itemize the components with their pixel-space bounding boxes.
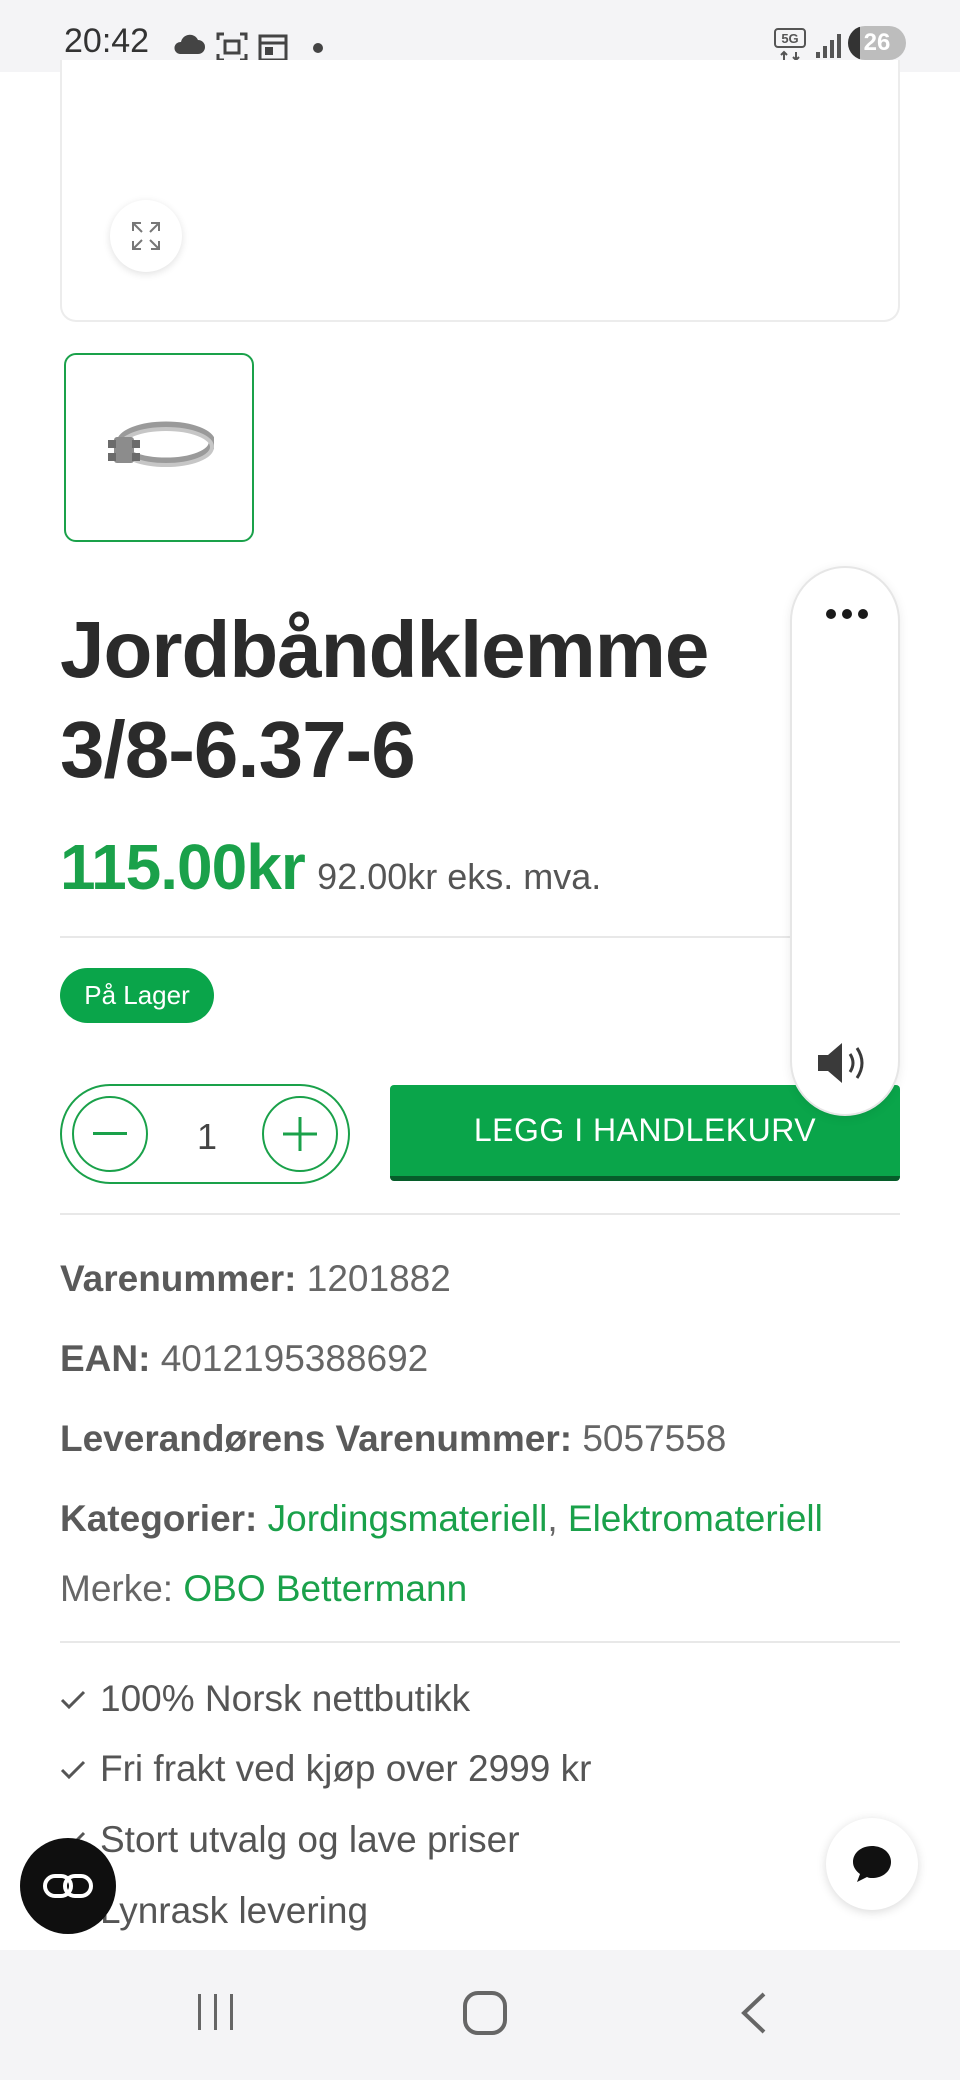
stock-badge: På Lager (60, 968, 214, 1023)
increase-quantity-button[interactable] (262, 1096, 338, 1172)
status-time: 20:42 (64, 22, 150, 60)
supplier-number-label: Leverandørens Varenummer: (60, 1418, 573, 1459)
plus-icon (283, 1117, 317, 1151)
price-ex-vat: 92.00kr eks. mva. (317, 856, 602, 897)
link-icon (43, 1874, 93, 1898)
category-link-elektromateriell[interactable]: Elektromateriell (568, 1498, 823, 1539)
usp-text: Lynrask levering (100, 1890, 369, 1931)
home-icon[interactable] (462, 1990, 508, 2036)
chat-button[interactable] (826, 1818, 918, 1910)
back-icon[interactable] (736, 1990, 772, 2036)
brand-link[interactable]: OBO Bettermann (183, 1568, 467, 1609)
categories-label: Kategorier: (60, 1498, 258, 1539)
brand-row: Merke: OBO Bettermann (60, 1568, 467, 1610)
categories-row: Kategorier: Jordingsmateriell, Elektroma… (60, 1498, 823, 1540)
battery-indicator: 26 (848, 26, 906, 60)
divider (60, 936, 800, 938)
speaker-icon[interactable] (814, 1038, 874, 1088)
clamp-image (108, 421, 214, 467)
screenshot-icon (216, 32, 248, 62)
floating-tools-panel (790, 566, 900, 1116)
expand-icon (132, 222, 160, 250)
divider (60, 1641, 900, 1643)
price: 115.00kr (60, 831, 306, 903)
calendar-icon (258, 34, 288, 62)
price-row: 115.00kr 92.00kr eks. mva. (60, 830, 601, 904)
supplier-number-value: 5057558 (582, 1418, 727, 1459)
usp-item: Fri frakt ved kjøp over 2999 kr (60, 1748, 591, 1790)
brand-label: Merke: (60, 1568, 174, 1609)
check-icon (60, 1690, 86, 1710)
quantity-stepper: 1 (60, 1084, 350, 1184)
svg-text:5G: 5G (781, 31, 798, 46)
5g-icon: 5G (774, 28, 806, 62)
minus-icon (93, 1132, 127, 1135)
supplier-number-row: Leverandørens Varenummer: 5057558 (60, 1418, 726, 1460)
varenummer-value: 1201882 (306, 1258, 451, 1299)
category-separator: , (547, 1498, 558, 1539)
chat-icon (853, 1846, 891, 1882)
usp-text: 100% Norsk nettbutikk (100, 1678, 471, 1719)
more-icon[interactable] (825, 608, 869, 620)
divider (60, 1213, 900, 1215)
usp-item: 100% Norsk nettbutikk (60, 1678, 470, 1720)
usp-text: Fri frakt ved kjøp over 2999 kr (100, 1748, 592, 1789)
compare-button[interactable] (20, 1838, 116, 1934)
usp-text: Stort utvalg og lave priser (100, 1819, 520, 1860)
ean-value: 4012195388692 (160, 1338, 429, 1379)
product-image-card[interactable] (60, 60, 900, 322)
varenummer-label: Varenummer: (60, 1258, 297, 1299)
ean-label: EAN: (60, 1338, 151, 1379)
product-thumbnail[interactable] (64, 353, 254, 542)
expand-image-button[interactable] (110, 200, 182, 272)
recent-apps-icon[interactable] (194, 1990, 238, 2034)
decrease-quantity-button[interactable] (72, 1096, 148, 1172)
category-link-jordingsmateriell[interactable]: Jordingsmateriell (268, 1498, 548, 1539)
check-icon (60, 1760, 86, 1780)
system-nav-bar (0, 1950, 960, 2080)
quantity-value[interactable]: 1 (177, 1116, 237, 1158)
usp-item: Stort utvalg og lave priser (60, 1819, 520, 1861)
battery-level: 26 (863, 29, 891, 56)
ean-row: EAN: 4012195388692 (60, 1338, 428, 1380)
signal-icon (816, 34, 841, 58)
cloud-icon (174, 34, 205, 54)
varenummer-row: Varenummer: 1201882 (60, 1258, 451, 1300)
product-title: Jordbåndklemme 3/8-6.37-6 (60, 605, 709, 794)
dot-icon (313, 43, 323, 53)
